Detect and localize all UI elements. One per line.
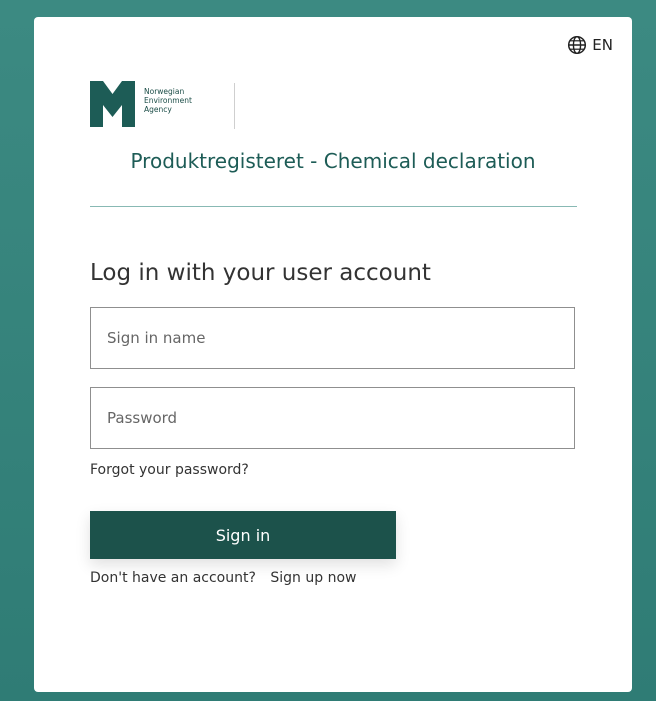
title-divider: [90, 206, 577, 207]
agency-logo-text: Norwegian Environment Agency: [144, 87, 192, 114]
login-heading: Log in with your user account: [90, 260, 431, 286]
logo-line: Norwegian: [144, 87, 185, 96]
agency-logo-mark: [90, 81, 135, 127]
agency-logo: Norwegian Environment Agency: [90, 81, 192, 127]
logo-line: Environment: [144, 96, 192, 105]
login-card: EN Norwegian Environment Agency Produktr…: [34, 17, 632, 692]
globe-icon: [567, 35, 587, 55]
signup-row: Don't have an account? Sign up now: [90, 570, 356, 586]
logo-divider: [234, 83, 235, 129]
language-label: EN: [592, 36, 613, 54]
sign-in-button[interactable]: Sign in: [90, 511, 396, 559]
sign-up-link[interactable]: Sign up now: [270, 570, 356, 586]
language-selector[interactable]: EN: [567, 35, 613, 55]
no-account-text: Don't have an account?: [90, 570, 256, 586]
logo-line: Agency: [144, 105, 172, 114]
sign-in-name-input[interactable]: [90, 307, 575, 369]
app-title: Produktregisteret - Chemical declaration: [130, 149, 536, 173]
forgot-password-link[interactable]: Forgot your password?: [90, 462, 249, 478]
password-input[interactable]: [90, 387, 575, 449]
page-background: EN Norwegian Environment Agency Produktr…: [0, 0, 656, 701]
